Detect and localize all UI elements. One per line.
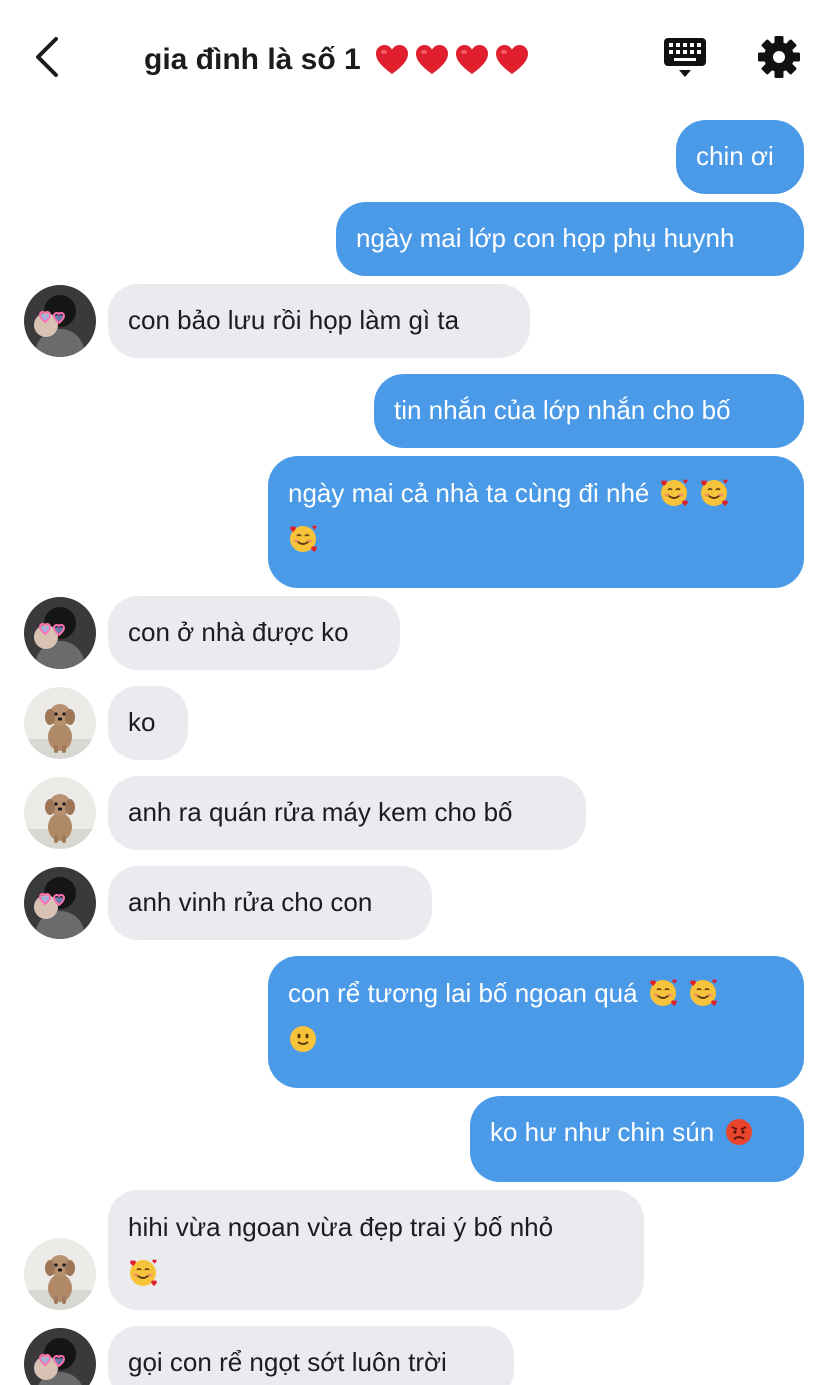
chat-title: gia đình là số 1 — [144, 38, 529, 82]
smiling-face-with-hearts-emoji-icon — [688, 978, 718, 1008]
outgoing-message[interactable]: tin nhắn của lớp nhắn cho bố — [374, 374, 804, 448]
dog-avatar-image — [24, 777, 96, 849]
chevron-left-icon — [36, 37, 58, 77]
message-text: anh vinh rửa cho con — [128, 887, 373, 917]
angry-face-emoji-icon — [724, 1117, 754, 1147]
heart-icon — [375, 44, 409, 76]
message-text: ko hư như chin sún — [490, 1117, 715, 1147]
message-text: gọi con rể ngọt sớt luôn trời — [128, 1347, 447, 1377]
smiling-face-with-hearts-emoji-icon — [699, 478, 729, 508]
smiling-face-with-hearts-emoji-icon — [659, 478, 689, 508]
message-text: hihi vừa ngoan vừa đẹp trai ý bố nhỏ — [128, 1212, 554, 1242]
dog-avatar-image — [24, 687, 96, 759]
incoming-message[interactable]: anh ra quán rửa máy kem cho bố — [108, 776, 586, 850]
person-avatar[interactable] — [24, 867, 96, 939]
message-text: con ở nhà được ko — [128, 617, 349, 647]
person-avatar-image — [24, 1328, 96, 1385]
person-avatar-image — [24, 597, 96, 669]
outgoing-message[interactable]: ko hư như chin sún — [470, 1096, 804, 1182]
smiling-face-with-hearts-emoji-icon — [648, 978, 678, 1008]
person-avatar[interactable] — [24, 1328, 96, 1385]
message-text: chin ơi — [696, 141, 774, 171]
dog-avatar[interactable] — [24, 777, 96, 849]
person-avatar-image — [24, 867, 96, 939]
incoming-message[interactable]: con bảo lưu rồi họp làm gì ta — [108, 284, 530, 358]
person-avatar[interactable] — [24, 597, 96, 669]
keyboard-icon — [664, 38, 706, 77]
heart-icon — [455, 44, 489, 76]
incoming-message[interactable]: hihi vừa ngoan vừa đẹp trai ý bố nhỏ — [108, 1190, 644, 1310]
message-text: ngày mai lớp con họp phụ huynh — [356, 223, 735, 253]
chat-title-text: gia đình là số 1 — [144, 43, 361, 76]
message-text: tin nhắn của lớp nhắn cho bố — [394, 395, 731, 425]
dog-avatar-image — [24, 1238, 96, 1310]
message-text: con bảo lưu rồi họp làm gì ta — [128, 305, 460, 335]
outgoing-message[interactable]: con rể tương lai bố ngoan quá — [268, 956, 804, 1088]
outgoing-message[interactable]: ngày mai cả nhà ta cùng đi nhé — [268, 456, 804, 588]
dog-avatar[interactable] — [24, 1238, 96, 1310]
message-text: con rể tương lai bố ngoan quá — [288, 978, 638, 1008]
heart-icon — [415, 44, 449, 76]
incoming-message[interactable]: anh vinh rửa cho con — [108, 866, 432, 940]
heart-icon — [495, 44, 529, 76]
outgoing-message[interactable]: ngày mai lớp con họp phụ huynh — [336, 202, 804, 276]
person-avatar[interactable] — [24, 285, 96, 357]
incoming-message[interactable]: gọi con rể ngọt sớt luôn trời — [108, 1326, 514, 1385]
smiling-face-with-hearts-emoji-icon — [288, 524, 318, 554]
settings-button[interactable] — [756, 34, 802, 80]
incoming-message[interactable]: ko — [108, 686, 188, 760]
chat-header: gia đình là số 1 — [0, 0, 828, 112]
keyboard-button[interactable] — [662, 34, 708, 80]
slightly-smiling-face-emoji-icon — [288, 1024, 318, 1054]
smiling-face-with-hearts-emoji-icon — [128, 1258, 158, 1288]
person-avatar-image — [24, 285, 96, 357]
message-text: ngày mai cả nhà ta cùng đi nhé — [288, 478, 650, 508]
outgoing-message[interactable]: chin ơi — [676, 120, 804, 194]
title-hearts — [369, 44, 529, 76]
message-text: ko — [128, 707, 156, 737]
gear-icon — [758, 36, 800, 78]
dog-avatar[interactable] — [24, 687, 96, 759]
message-text: anh ra quán rửa máy kem cho bố — [128, 797, 513, 827]
incoming-message[interactable]: con ở nhà được ko — [108, 596, 400, 670]
back-button[interactable] — [26, 34, 66, 80]
